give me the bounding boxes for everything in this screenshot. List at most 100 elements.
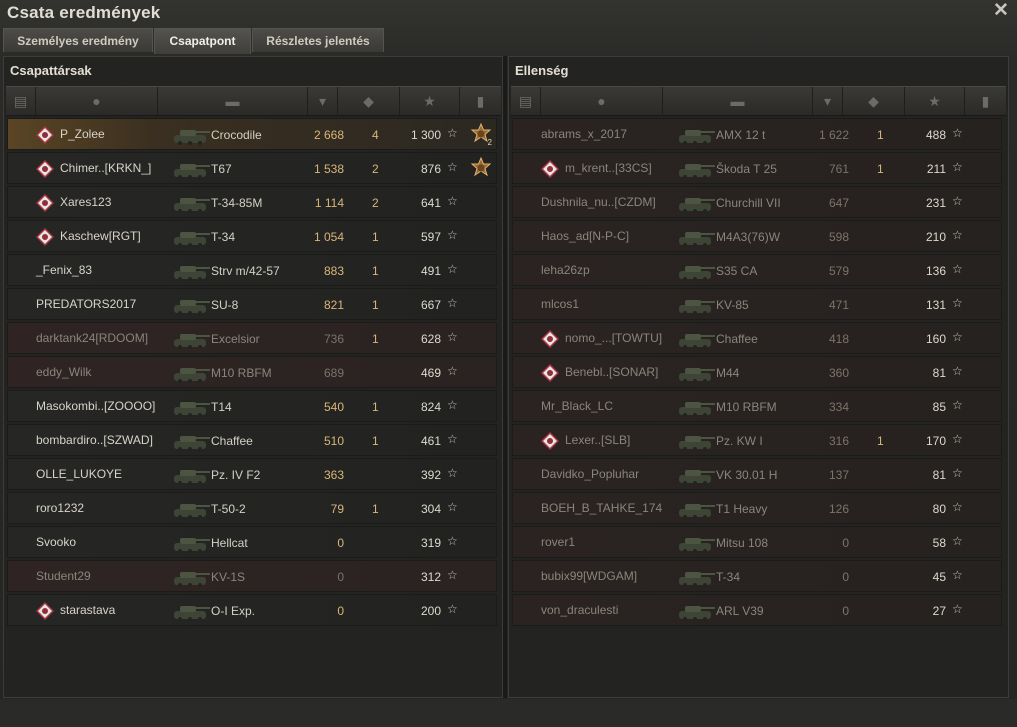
player-row[interactable]: _Fenix_83 Strv m/42-57 883 1 491 ☆ [7,254,497,286]
player-row[interactable]: eddy_Wilk M10 RBFM 689 469 ☆ [7,356,497,388]
player-name[interactable]: abrams_x_2017 [541,127,627,141]
damage-value: 761 [828,162,849,176]
kills-col-icon[interactable]: ◆ [338,87,400,115]
player-row[interactable]: Masokombi..[ZOOOO] T14 540 1 824 ☆ [7,390,497,422]
player-name[interactable]: _Fenix_83 [36,263,92,277]
vehicle-name: Pz. KW I [716,434,763,448]
player-name[interactable]: Lexer..[SLB] [565,433,630,447]
player-name[interactable]: bubix99[WDGAM] [541,569,637,583]
player-row[interactable]: von_draculesti ARL V39 0 27 ☆ [512,594,1002,626]
player-name[interactable]: PREDATORS2017 [36,297,136,311]
player-row[interactable]: Xares123 T-34-85M 1 114 2 641 ☆ [7,186,497,218]
player-name[interactable]: leha26zp [541,263,590,277]
player-col-icon[interactable]: ● [541,87,663,115]
damage-col-icon[interactable]: ▾ [308,87,338,115]
close-icon[interactable]: ✕ [991,1,1011,21]
player-name[interactable]: Kaschew[RGT] [60,229,141,243]
tab-detailed-report[interactable]: Részletes jelentés [252,28,384,52]
player-name[interactable]: Mr_Black_LC [541,399,613,413]
player-name[interactable]: starastava [60,603,115,617]
medal-col-icon[interactable]: ▮ [965,87,1006,115]
xp-col-icon[interactable]: ★ [400,87,460,115]
player-col-icon[interactable]: ● [36,87,158,115]
player-name[interactable]: Student29 [36,569,91,583]
player-row[interactable]: bombardiro..[SZWAD] Chaffee 510 1 461 ☆ [7,424,497,456]
rank-badge-icon [540,159,560,179]
player-name[interactable]: Benebl..[SONAR] [565,365,658,379]
player-name[interactable]: Dushnila_nu..[CZDM] [541,195,656,209]
player-row[interactable]: P_Zolee Crocodile 2 668 4 1 300 ☆ 2 [7,118,497,150]
rank-badge-icon [540,431,560,451]
vehicle-name: Churchill VII [716,196,781,210]
damage-value: 598 [828,230,849,244]
player-name[interactable]: BOEH_B_TAHKE_174 [541,501,662,515]
player-name[interactable]: darktank24[RDOOM] [36,331,148,345]
player-row[interactable]: Mr_Black_LC M10 RBFM 334 85 ☆ [512,390,1002,422]
platoon-col-icon[interactable]: ▤ [6,87,36,115]
medal-col-icon[interactable]: ▮ [460,87,501,115]
player-name[interactable]: von_draculesti [541,603,618,617]
damage-value: 1 054 [313,230,344,244]
tank-col-icon[interactable]: ▬ [158,87,308,115]
player-row[interactable]: m_krent..[33CS] Škoda T 25 761 1 211 ☆ [512,152,1002,184]
player-name[interactable]: rover1 [541,535,575,549]
player-name[interactable]: roro1232 [36,501,84,515]
player-row[interactable]: Dushnila_nu..[CZDM] Churchill VII 647 231 ☆ [512,186,1002,218]
player-row[interactable]: Haos_ad[N-P-C] M4A3(76)W 598 210 ☆ [512,220,1002,252]
medal-icon[interactable] [470,156,492,179]
player-name[interactable]: mlcos1 [541,297,579,311]
player-row[interactable]: Chimer..[KRKN_] T67 1 538 2 876 ☆ [7,152,497,184]
player-row[interactable]: OLLE_LUKOYE Pz. IV F2 363 392 ☆ [7,458,497,490]
star-icon: ☆ [447,534,458,548]
kills-col-icon[interactable]: ◆ [843,87,905,115]
player-name[interactable]: Haos_ad[N-P-C] [541,229,629,243]
player-row[interactable]: PREDATORS2017 SU-8 821 1 667 ☆ [7,288,497,320]
player-row[interactable]: Davidko_Popluhar VK 30.01 H 137 81 ☆ [512,458,1002,490]
player-row[interactable]: BOEH_B_TAHKE_174 T1 Heavy 126 80 ☆ [512,492,1002,524]
kills-value: 1 [372,502,379,516]
star-icon: ☆ [952,126,963,140]
player-name[interactable]: Chimer..[KRKN_] [60,161,151,175]
player-row[interactable]: bubix99[WDGAM] T-34 0 45 ☆ [512,560,1002,592]
player-row[interactable]: rover1 Mitsu 108 0 58 ☆ [512,526,1002,558]
tab-team-score[interactable]: Csapatpont [154,28,251,54]
vehicle-name: T1 Heavy [716,502,768,516]
tank-icon [673,327,717,351]
player-name[interactable]: nomo_...[TOWTU] [565,331,662,345]
player-row[interactable]: Student29 KV-1S 0 312 ☆ [7,560,497,592]
damage-col-icon[interactable]: ▾ [813,87,843,115]
player-row[interactable]: nomo_...[TOWTU] Chaffee 418 160 ☆ [512,322,1002,354]
player-name[interactable]: Svooko [36,535,76,549]
star-icon: ☆ [447,126,458,140]
player-name[interactable]: OLLE_LUKOYE [36,467,122,481]
xp-value: 58 [932,536,946,550]
player-name[interactable]: Xares123 [60,195,111,209]
damage-value: 2 668 [313,128,344,142]
player-row[interactable]: leha26zp S35 CA 579 136 ☆ [512,254,1002,286]
player-row[interactable]: Kaschew[RGT] T-34 1 054 1 597 ☆ [7,220,497,252]
player-row[interactable]: abrams_x_2017 AMX 12 t 1 622 1 488 ☆ [512,118,1002,150]
player-row[interactable]: roro1232 T-50-2 79 1 304 ☆ [7,492,497,524]
star-icon: ☆ [447,398,458,412]
tab-personal-results[interactable]: Személyes eredmény [3,28,153,52]
player-name[interactable]: Davidko_Popluhar [541,467,639,481]
player-row[interactable]: mlcos1 KV-85 471 131 ☆ [512,288,1002,320]
tank-icon [673,429,717,453]
xp-value: 312 [420,570,441,584]
player-name[interactable]: eddy_Wilk [36,365,91,379]
player-name[interactable]: P_Zolee [60,127,105,141]
xp-col-icon[interactable]: ★ [905,87,965,115]
star-icon: ☆ [952,432,963,446]
player-row[interactable]: Lexer..[SLB] Pz. KW I 316 1 170 ☆ [512,424,1002,456]
player-row[interactable]: starastava O-I Exp. 0 200 ☆ [7,594,497,626]
player-name[interactable]: m_krent..[33CS] [565,161,652,175]
tank-col-icon[interactable]: ▬ [663,87,813,115]
player-name[interactable]: Masokombi..[ZOOOO] [36,399,155,413]
player-name[interactable]: bombardiro..[SZWAD] [36,433,153,447]
platoon-col-icon[interactable]: ▤ [511,87,541,115]
player-row[interactable]: Benebl..[SONAR] M44 360 81 ☆ [512,356,1002,388]
player-row[interactable]: Svooko Hellcat 0 319 ☆ [7,526,497,558]
player-row[interactable]: darktank24[RDOOM] Excelsior 736 1 628 ☆ [7,322,497,354]
damage-value: 1 622 [818,128,849,142]
medal-icon[interactable]: 2 [470,122,492,147]
